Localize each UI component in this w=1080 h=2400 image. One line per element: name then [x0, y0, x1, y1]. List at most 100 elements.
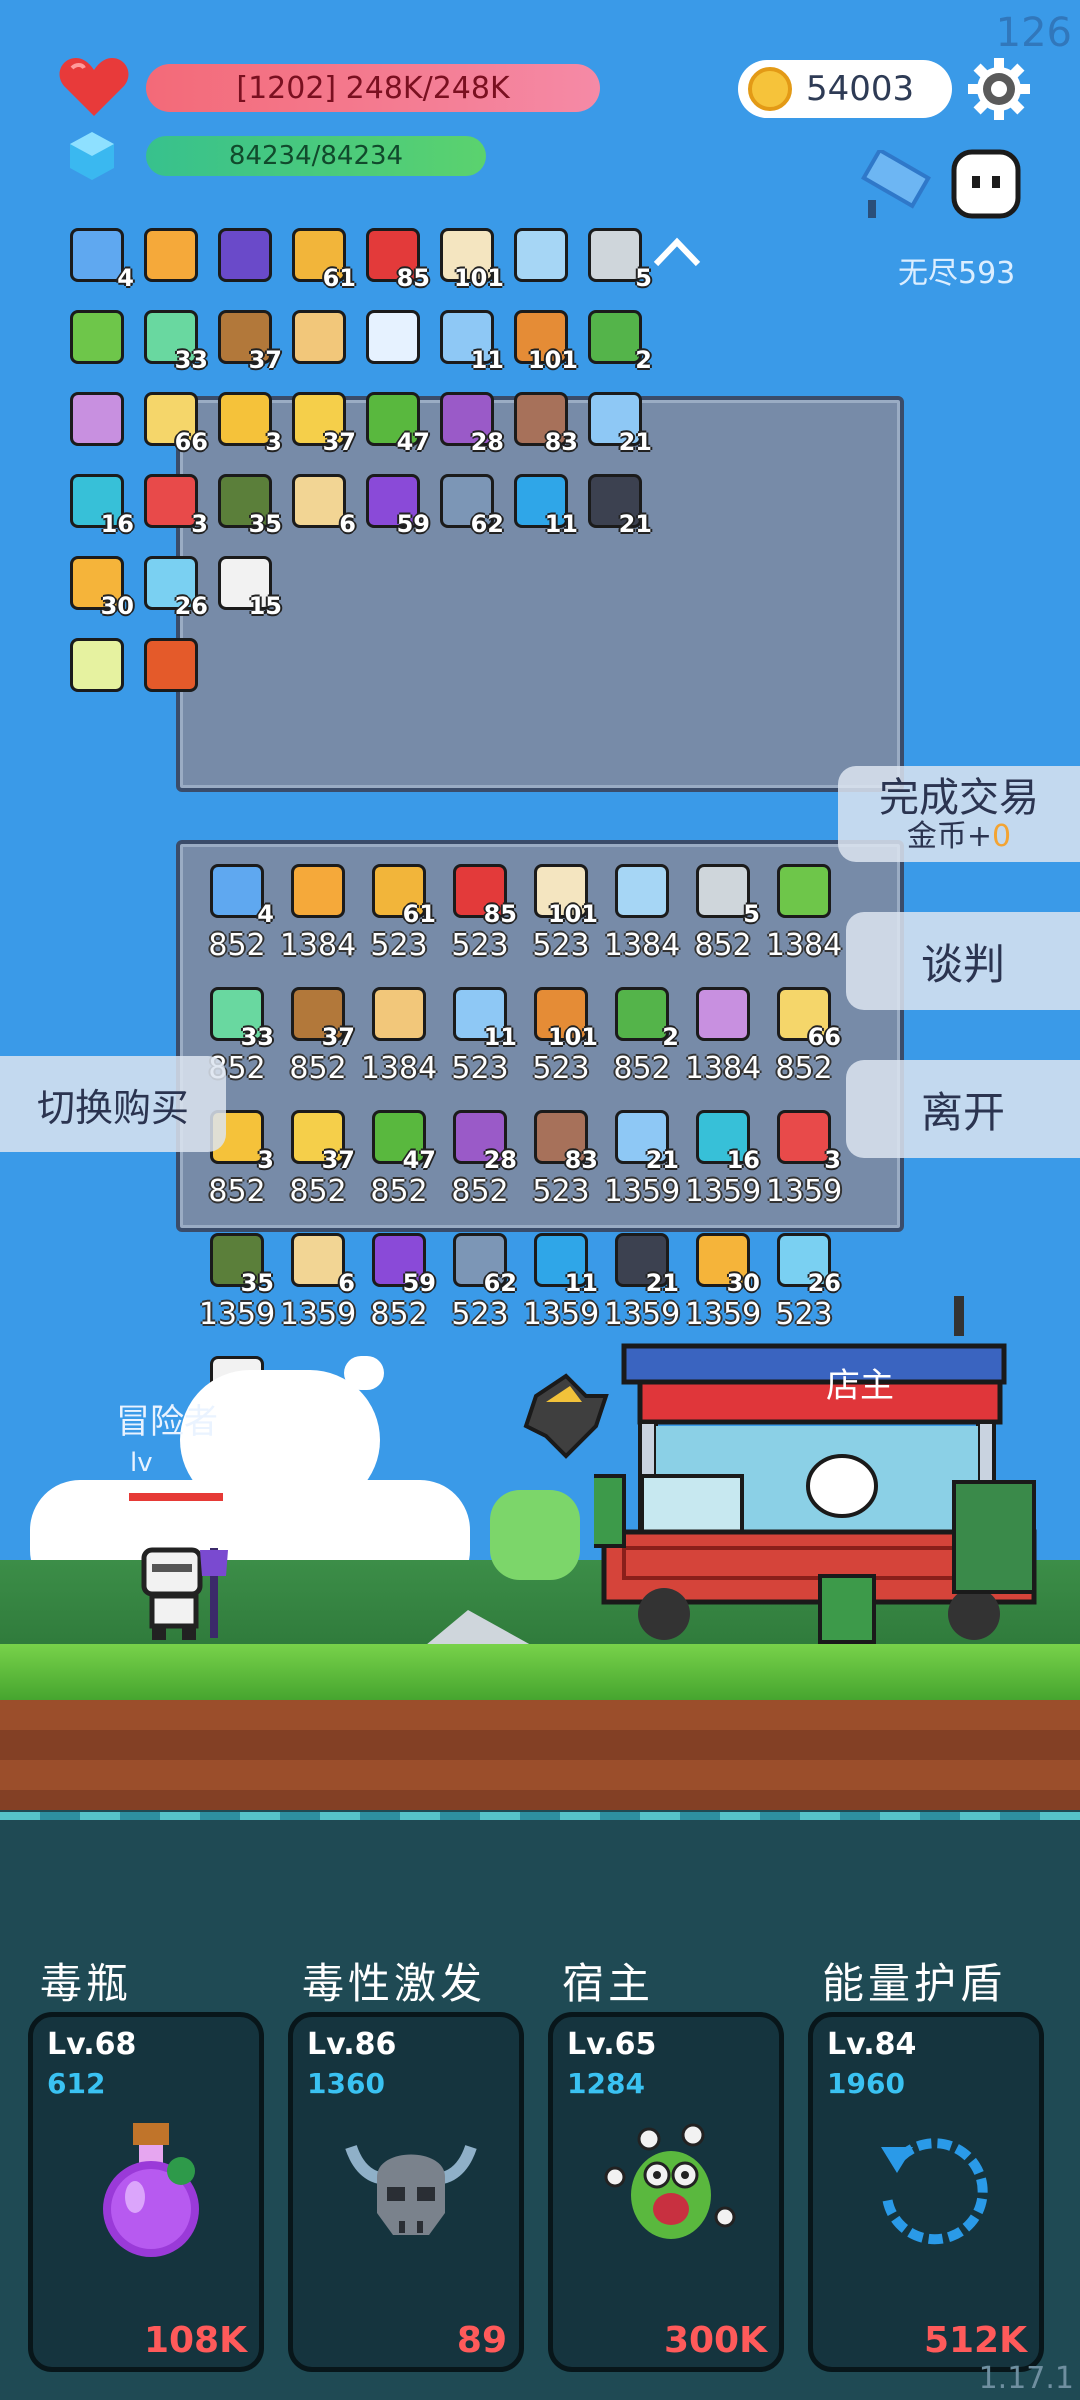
inventory-item-bow[interactable]: 37: [212, 308, 282, 374]
inventory-item-spiral[interactable]: 16: [64, 472, 134, 538]
knight-icon[interactable]: [130, 1540, 234, 1644]
inventory-item-plasma-ball[interactable]: [64, 390, 130, 450]
adventurer-level: lv: [130, 1448, 153, 1478]
inventory-item-percent-tag[interactable]: 3: [138, 472, 208, 538]
skill-cost: 300K: [663, 2320, 767, 2361]
green-monster-icon: [604, 2123, 736, 2239]
inventory-item-scroll[interactable]: [286, 308, 352, 368]
shop-item-ice-block[interactable]: [609, 862, 675, 922]
inventory-item-briefcase[interactable]: 101: [508, 308, 578, 374]
inventory-item-wizard-hat[interactable]: [212, 226, 278, 286]
inventory-item-green-bean[interactable]: 33: [138, 308, 208, 374]
shop-item-dark-block[interactable]: 21: [609, 1231, 679, 1297]
green-card-icon: [777, 864, 831, 918]
shop-item-blue-gem[interactable]: 11: [528, 1231, 598, 1297]
wrench-icon: [523, 1373, 609, 1459]
inventory-item-recipe-book[interactable]: [138, 226, 204, 286]
inventory-item-cheese[interactable]: 37: [286, 390, 356, 456]
shop-item-scroll[interactable]: [366, 985, 432, 1045]
complete-trade-button[interactable]: 完成交易 金币+0: [838, 766, 1080, 862]
flag-icon[interactable]: [860, 150, 940, 220]
inventory-item-mushroom[interactable]: 85: [360, 226, 430, 292]
inventory-item-magic-wand[interactable]: 30: [64, 554, 134, 620]
inventory-item-sun-orb[interactable]: 3: [212, 390, 282, 456]
shop-item-plasma-ball[interactable]: [690, 985, 756, 1045]
item-price: 1359: [765, 1174, 843, 1209]
shop-item-purple-shield[interactable]: 28: [447, 1108, 517, 1174]
item-price: 523: [451, 1051, 509, 1086]
shop-item-shirt[interactable]: 11: [447, 985, 517, 1051]
shop-item-bow[interactable]: 37: [285, 985, 355, 1051]
skill-xp: 1360: [307, 2067, 385, 2100]
negotiate-button[interactable]: 谈判: [846, 912, 1080, 1010]
inventory-item-shirt[interactable]: 11: [434, 308, 504, 374]
inventory-item-fire-card[interactable]: [138, 636, 204, 696]
shop-item-percent-tag[interactable]: 3: [771, 1108, 841, 1174]
shop-item-melon[interactable]: 47: [366, 1108, 436, 1174]
shop-item-target-disc[interactable]: 5: [690, 862, 760, 928]
inventory-item-green-card[interactable]: [64, 308, 130, 368]
skill-level: Lv.65: [567, 2027, 657, 2062]
chevron-up-icon[interactable]: [652, 234, 702, 270]
inventory-item-steel-shield[interactable]: 62: [434, 472, 504, 538]
shop-item-treasure-map[interactable]: 6: [285, 1231, 355, 1297]
inventory-item-speed-lines[interactable]: [360, 308, 426, 368]
shop-item-purple-box[interactable]: 59: [366, 1231, 436, 1297]
switch-buy-button[interactable]: 切换购买: [0, 1056, 226, 1152]
inventory-item-dark-block[interactable]: 21: [582, 472, 652, 538]
shop-item-rope-hook[interactable]: 83: [528, 1108, 598, 1174]
item-price: 852: [613, 1051, 671, 1086]
shop-item-berries[interactable]: 101: [528, 862, 598, 928]
leave-button[interactable]: 离开: [846, 1060, 1080, 1158]
inventory-item-blue-blob[interactable]: 26: [138, 554, 208, 620]
inventory-item-rope-hook[interactable]: 83: [508, 390, 578, 456]
inventory-item-melon[interactable]: 47: [360, 390, 430, 456]
ghost-icon[interactable]: [948, 146, 1024, 222]
inventory-item-light-card[interactable]: [64, 636, 130, 696]
shop-item-pineapple[interactable]: 61: [366, 862, 436, 928]
shop-item-mushroom[interactable]: 85: [447, 862, 517, 928]
skill-card-toxic-burst[interactable]: Lv.86 1360 89: [288, 2012, 524, 2372]
gear-icon[interactable]: [966, 56, 1032, 122]
inventory-item-purple-box[interactable]: 59: [360, 472, 430, 538]
shop-item-blue-blob[interactable]: 26: [771, 1231, 841, 1297]
shop-item-steel-shield[interactable]: 62: [447, 1231, 517, 1297]
skill-card-energy-shield[interactable]: Lv.84 1960 512K: [808, 2012, 1044, 2372]
shop-item-magic-wand[interactable]: 30: [690, 1231, 760, 1297]
inventory-item-angel-wing[interactable]: 21: [582, 390, 652, 456]
inventory-item-grenade[interactable]: 35: [212, 472, 282, 538]
shop-cart[interactable]: [594, 1296, 1070, 1646]
shop-item-star-card[interactable]: 4: [204, 862, 274, 928]
shop-item-briefcase[interactable]: 101: [528, 985, 598, 1051]
shop-item-note-pencil[interactable]: 66: [771, 985, 841, 1051]
inventory-item-ice-block[interactable]: [508, 226, 574, 286]
inventory-item-blue-gem[interactable]: 11: [508, 472, 578, 538]
inventory-item-love-money[interactable]: 2: [582, 308, 652, 374]
ice-block-icon: [615, 864, 669, 918]
inventory-item-clipboard[interactable]: 15: [212, 554, 282, 620]
shop-item-grenade[interactable]: 35: [204, 1231, 274, 1297]
skill-name-toxic-burst: 毒性激发: [302, 1959, 487, 2008]
skill-card-host[interactable]: Lv.65 1284 300K: [548, 2012, 784, 2372]
item-price: 852: [451, 1174, 509, 1209]
shop-item-love-money[interactable]: 2: [609, 985, 679, 1051]
skill-level: Lv.86: [307, 2027, 397, 2062]
shop-item-spiral[interactable]: 16: [690, 1108, 760, 1174]
inventory-item-purple-shield[interactable]: 28: [434, 390, 504, 456]
shop-item-green-card[interactable]: [771, 862, 837, 922]
inventory-item-berries[interactable]: 101: [434, 226, 504, 292]
shop-item-cheese[interactable]: 37: [285, 1108, 355, 1174]
item-count: 2: [635, 346, 652, 374]
inventory-item-note-pencil[interactable]: 66: [138, 390, 208, 456]
inventory-item-treasure-map[interactable]: 6: [286, 472, 356, 538]
plasma-ball-icon: [70, 392, 124, 446]
shop-item-green-bean[interactable]: 33: [204, 985, 274, 1051]
inventory-item-star-card[interactable]: 4: [64, 226, 134, 292]
skill-card-poison-bottle[interactable]: Lv.68 612 108K: [28, 2012, 264, 2372]
inventory-item-pineapple[interactable]: 61: [286, 226, 356, 292]
shop-item-angel-wing[interactable]: 21: [609, 1108, 679, 1174]
wizard-hat-icon: [218, 228, 272, 282]
shop-item-recipe-book[interactable]: [285, 862, 351, 922]
item-count: 15: [248, 592, 282, 620]
inventory-item-target-disc[interactable]: 5: [582, 226, 652, 292]
